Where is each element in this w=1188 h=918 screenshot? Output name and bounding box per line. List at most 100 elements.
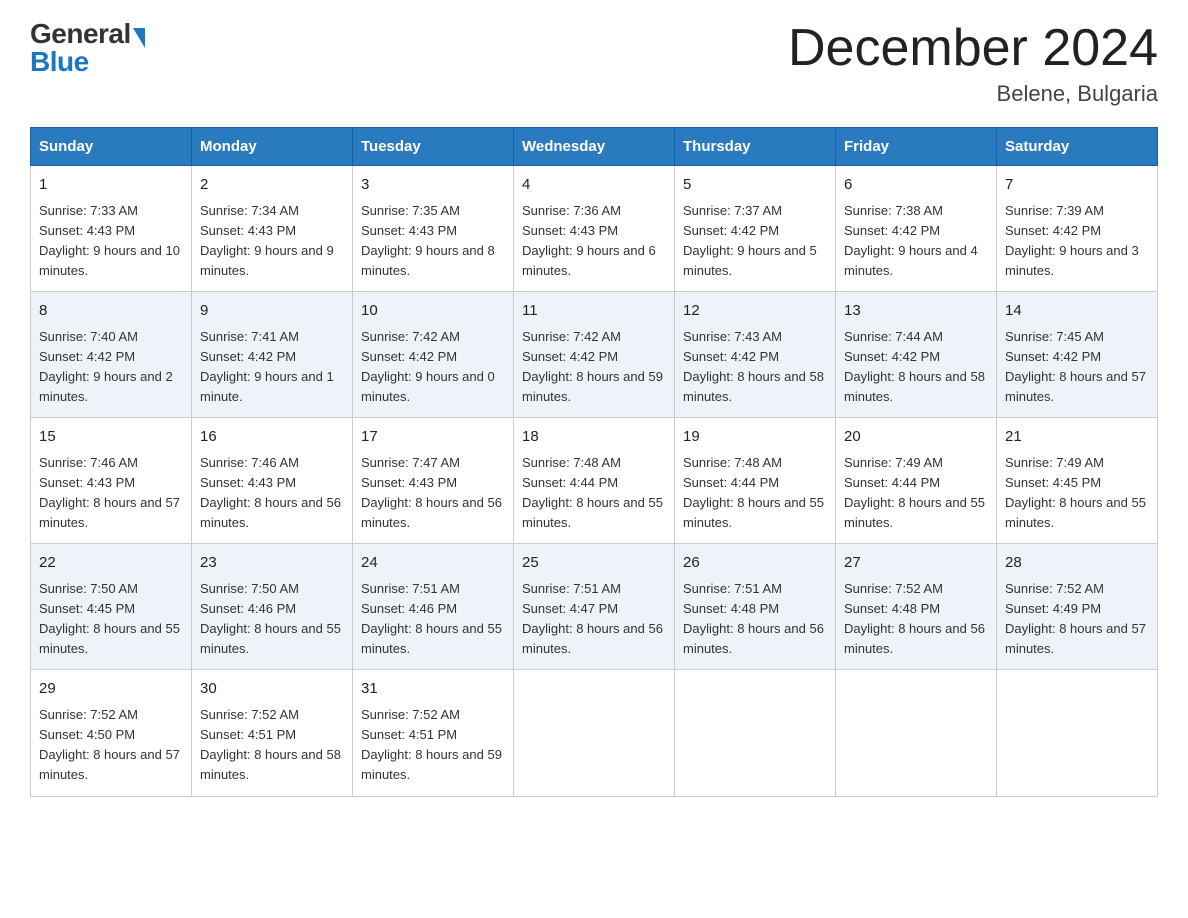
day-info: Sunrise: 7:46 AMSunset: 4:43 PMDaylight:… xyxy=(200,453,344,534)
day-number: 8 xyxy=(39,300,183,323)
calendar-cell: 26Sunrise: 7:51 AMSunset: 4:48 PMDayligh… xyxy=(675,544,836,670)
day-number: 5 xyxy=(683,174,827,197)
calendar-cell: 24Sunrise: 7:51 AMSunset: 4:46 PMDayligh… xyxy=(353,544,514,670)
day-number: 10 xyxy=(361,300,505,323)
day-info: Sunrise: 7:42 AMSunset: 4:42 PMDaylight:… xyxy=(522,327,666,408)
calendar-cell: 31Sunrise: 7:52 AMSunset: 4:51 PMDayligh… xyxy=(353,670,514,796)
calendar-cell: 29 Sunrise: 7:52 AMSunset: 4:50 PMDayligh… xyxy=(31,670,192,796)
day-info: Sunrise: 7:48 AMSunset: 4:44 PMDaylight:… xyxy=(522,453,666,534)
calendar-cell: 13 Sunrise: 7:44 AMSunset: 4:42 PMDayligh… xyxy=(836,292,997,418)
calendar-cell: 12Sunrise: 7:43 AMSunset: 4:42 PMDayligh… xyxy=(675,292,836,418)
logo-triangle-icon xyxy=(133,28,145,48)
day-info: Sunrise: 7:47 AMSunset: 4:43 PMDaylight:… xyxy=(361,453,505,534)
calendar-cell: 4 Sunrise: 7:36 AMSunset: 4:43 PMDaylight… xyxy=(514,166,675,292)
day-info: Sunrise: 7:40 AMSunset: 4:42 PMDaylight:… xyxy=(39,327,183,408)
day-number: 18 xyxy=(522,426,666,449)
calendar-table: SundayMondayTuesdayWednesdayThursdayFrid… xyxy=(30,127,1158,796)
calendar-cell: 15Sunrise: 7:46 AMSunset: 4:43 PMDayligh… xyxy=(31,418,192,544)
col-header-monday: Monday xyxy=(192,128,353,166)
day-info: Sunrise: 7:51 AMSunset: 4:46 PMDaylight:… xyxy=(361,579,505,660)
day-info: Sunrise: 7:33 AMSunset: 4:43 PMDaylight:… xyxy=(39,201,183,282)
day-info: Sunrise: 7:44 AMSunset: 4:42 PMDaylight:… xyxy=(844,327,988,408)
calendar-cell xyxy=(514,670,675,796)
calendar-cell: 28 Sunrise: 7:52 AMSunset: 4:49 PMDayligh… xyxy=(997,544,1158,670)
day-info: Sunrise: 7:52 AMSunset: 4:48 PMDaylight:… xyxy=(844,579,988,660)
day-info: Sunrise: 7:51 AMSunset: 4:47 PMDaylight:… xyxy=(522,579,666,660)
col-header-thursday: Thursday xyxy=(675,128,836,166)
day-info: Sunrise: 7:52 AMSunset: 4:50 PMDaylight:… xyxy=(39,705,183,786)
day-number: 19 xyxy=(683,426,827,449)
day-number: 26 xyxy=(683,552,827,575)
col-header-tuesday: Tuesday xyxy=(353,128,514,166)
calendar-cell: 9 Sunrise: 7:41 AMSunset: 4:42 PMDaylight… xyxy=(192,292,353,418)
logo-blue: Blue xyxy=(30,48,145,76)
calendar-cell: 1Sunrise: 7:33 AMSunset: 4:43 PMDaylight… xyxy=(31,166,192,292)
day-number: 22 xyxy=(39,552,183,575)
col-header-wednesday: Wednesday xyxy=(514,128,675,166)
day-number: 21 xyxy=(1005,426,1149,449)
calendar-cell: 16 Sunrise: 7:46 AMSunset: 4:43 PMDayligh… xyxy=(192,418,353,544)
calendar-cell: 30 Sunrise: 7:52 AMSunset: 4:51 PMDayligh… xyxy=(192,670,353,796)
calendar-cell xyxy=(675,670,836,796)
calendar-cell: 25Sunrise: 7:51 AMSunset: 4:47 PMDayligh… xyxy=(514,544,675,670)
week-row-4: 22 Sunrise: 7:50 AMSunset: 4:45 PMDayligh… xyxy=(31,544,1158,670)
col-header-friday: Friday xyxy=(836,128,997,166)
calendar-cell: 20 Sunrise: 7:49 AMSunset: 4:44 PMDayligh… xyxy=(836,418,997,544)
day-info: Sunrise: 7:36 AMSunset: 4:43 PMDaylight:… xyxy=(522,201,666,282)
day-info: Sunrise: 7:50 AMSunset: 4:46 PMDaylight:… xyxy=(200,579,344,660)
calendar-cell: 14 Sunrise: 7:45 AMSunset: 4:42 PMDayligh… xyxy=(997,292,1158,418)
day-number: 16 xyxy=(200,426,344,449)
day-info: Sunrise: 7:52 AMSunset: 4:49 PMDaylight:… xyxy=(1005,579,1149,660)
day-number: 28 xyxy=(1005,552,1149,575)
calendar-cell: 8 Sunrise: 7:40 AMSunset: 4:42 PMDaylight… xyxy=(31,292,192,418)
page-header: General Blue December 2024 Belene, Bulga… xyxy=(30,20,1158,107)
day-info: Sunrise: 7:35 AMSunset: 4:43 PMDaylight:… xyxy=(361,201,505,282)
day-number: 29 xyxy=(39,678,183,701)
calendar-cell: 3 Sunrise: 7:35 AMSunset: 4:43 PMDaylight… xyxy=(353,166,514,292)
month-title: December 2024 xyxy=(788,20,1158,77)
week-row-3: 15Sunrise: 7:46 AMSunset: 4:43 PMDayligh… xyxy=(31,418,1158,544)
day-number: 14 xyxy=(1005,300,1149,323)
day-number: 31 xyxy=(361,678,505,701)
day-info: Sunrise: 7:42 AMSunset: 4:42 PMDaylight:… xyxy=(361,327,505,408)
day-info: Sunrise: 7:41 AMSunset: 4:42 PMDaylight:… xyxy=(200,327,344,408)
day-number: 30 xyxy=(200,678,344,701)
day-number: 2 xyxy=(200,174,344,197)
logo: General Blue xyxy=(30,20,145,76)
day-info: Sunrise: 7:46 AMSunset: 4:43 PMDaylight:… xyxy=(39,453,183,534)
calendar-cell: 6 Sunrise: 7:38 AMSunset: 4:42 PMDaylight… xyxy=(836,166,997,292)
week-row-2: 8 Sunrise: 7:40 AMSunset: 4:42 PMDaylight… xyxy=(31,292,1158,418)
title-block: December 2024 Belene, Bulgaria xyxy=(788,20,1158,107)
calendar-cell: 11 Sunrise: 7:42 AMSunset: 4:42 PMDayligh… xyxy=(514,292,675,418)
day-number: 11 xyxy=(522,300,666,323)
day-info: Sunrise: 7:49 AMSunset: 4:45 PMDaylight:… xyxy=(1005,453,1149,534)
col-header-saturday: Saturday xyxy=(997,128,1158,166)
day-number: 13 xyxy=(844,300,988,323)
logo-general: General xyxy=(30,20,131,48)
day-number: 4 xyxy=(522,174,666,197)
day-info: Sunrise: 7:43 AMSunset: 4:42 PMDaylight:… xyxy=(683,327,827,408)
day-number: 20 xyxy=(844,426,988,449)
day-info: Sunrise: 7:37 AMSunset: 4:42 PMDaylight:… xyxy=(683,201,827,282)
col-header-sunday: Sunday xyxy=(31,128,192,166)
day-info: Sunrise: 7:50 AMSunset: 4:45 PMDaylight:… xyxy=(39,579,183,660)
calendar-cell: 10 Sunrise: 7:42 AMSunset: 4:42 PMDayligh… xyxy=(353,292,514,418)
day-info: Sunrise: 7:52 AMSunset: 4:51 PMDaylight:… xyxy=(200,705,344,786)
day-number: 9 xyxy=(200,300,344,323)
day-number: 23 xyxy=(200,552,344,575)
calendar-cell: 17 Sunrise: 7:47 AMSunset: 4:43 PMDayligh… xyxy=(353,418,514,544)
day-info: Sunrise: 7:45 AMSunset: 4:42 PMDaylight:… xyxy=(1005,327,1149,408)
day-info: Sunrise: 7:38 AMSunset: 4:42 PMDaylight:… xyxy=(844,201,988,282)
week-row-5: 29 Sunrise: 7:52 AMSunset: 4:50 PMDayligh… xyxy=(31,670,1158,796)
day-info: Sunrise: 7:49 AMSunset: 4:44 PMDaylight:… xyxy=(844,453,988,534)
calendar-cell: 18 Sunrise: 7:48 AMSunset: 4:44 PMDayligh… xyxy=(514,418,675,544)
day-info: Sunrise: 7:48 AMSunset: 4:44 PMDaylight:… xyxy=(683,453,827,534)
calendar-cell: 5 Sunrise: 7:37 AMSunset: 4:42 PMDaylight… xyxy=(675,166,836,292)
location: Belene, Bulgaria xyxy=(788,81,1158,107)
day-number: 6 xyxy=(844,174,988,197)
day-number: 27 xyxy=(844,552,988,575)
day-number: 17 xyxy=(361,426,505,449)
calendar-cell: 7Sunrise: 7:39 AMSunset: 4:42 PMDaylight… xyxy=(997,166,1158,292)
logo-text: General Blue xyxy=(30,20,145,76)
day-number: 3 xyxy=(361,174,505,197)
